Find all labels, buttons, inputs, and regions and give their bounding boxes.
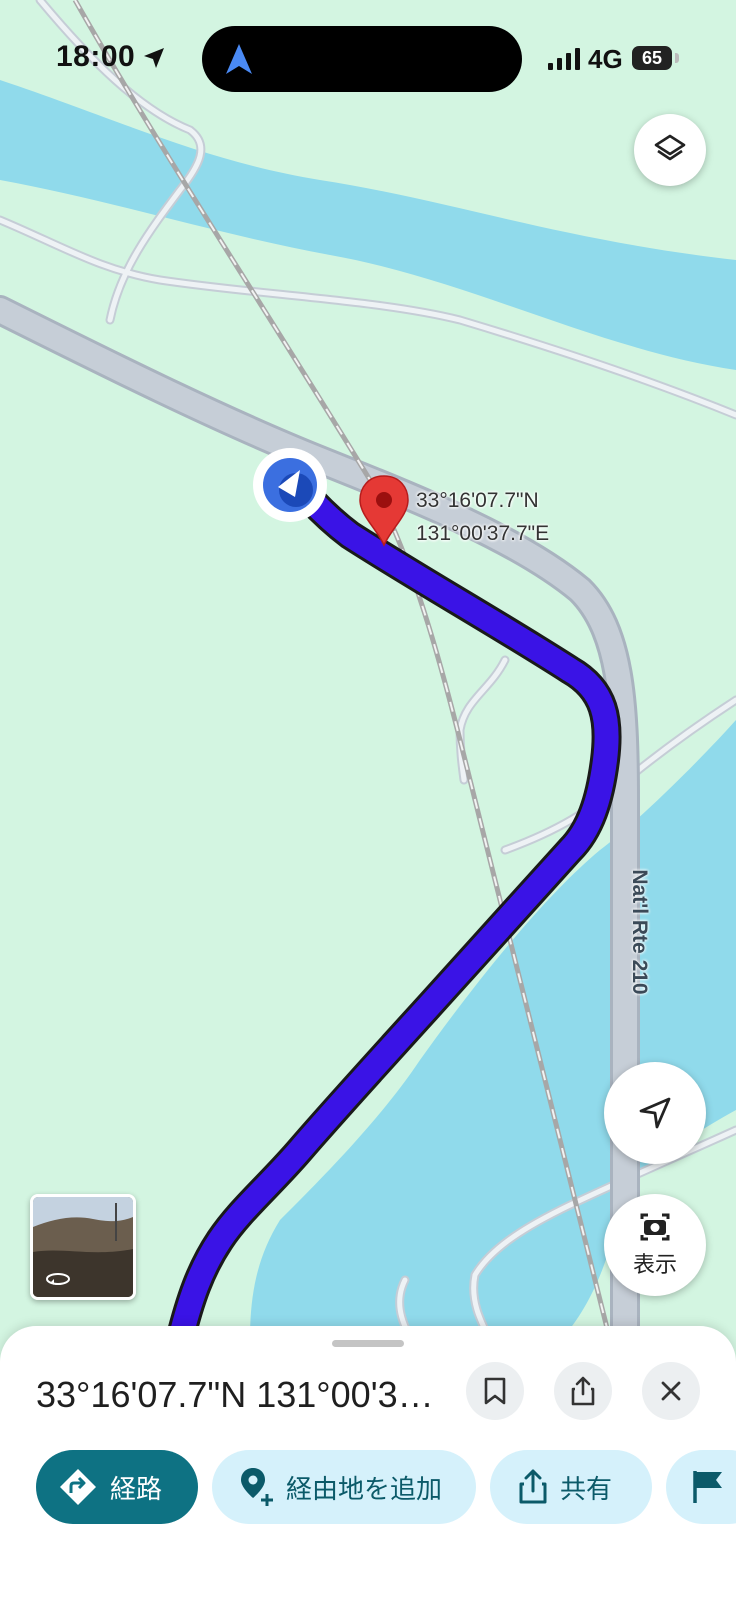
close-button[interactable] — [642, 1362, 700, 1420]
add-stop-icon — [238, 1466, 274, 1508]
battery-cap — [675, 53, 679, 63]
place-title: 33°16'07.7"N 131°00'37.7"E — [36, 1374, 436, 1415]
status-time: 18:00 — [56, 40, 136, 73]
close-icon — [661, 1381, 681, 1401]
bookmark-icon — [484, 1377, 506, 1405]
directions-chip[interactable]: 経路 — [36, 1450, 198, 1524]
layers-button[interactable] — [634, 114, 706, 186]
add-stop-chip[interactable]: 経由地を追加 — [212, 1450, 476, 1524]
current-location-icon — [253, 448, 327, 522]
report-chip[interactable] — [666, 1450, 736, 1524]
save-button[interactable] — [466, 1362, 524, 1420]
pin-longitude: 131°00'37.7"E — [416, 522, 550, 545]
pin-latitude: 33°16'07.7"N — [416, 489, 539, 512]
bottom-sheet[interactable]: 33°16'07.7"N 131°00'37.7"E 経路 — [0, 1326, 736, 1600]
share-chip[interactable]: 共有 — [490, 1450, 652, 1524]
navigation-arrow-icon — [226, 44, 252, 74]
road-label: Nat'l Rte 210 — [628, 869, 651, 995]
flag-icon — [692, 1469, 724, 1505]
my-location-button[interactable] — [604, 1062, 706, 1164]
street-view-thumbnail[interactable] — [30, 1194, 136, 1300]
location-services-icon — [144, 48, 164, 68]
network-type: 4G — [588, 44, 623, 74]
pin-coordinate-label: 33°16'07.7"N 131°00'37.7"E — [416, 484, 549, 550]
action-chips: 経路 経由地を追加 共有 — [0, 1450, 736, 1526]
navigation-icon — [639, 1097, 671, 1129]
share-icon — [571, 1376, 595, 1406]
status-bar: 18:00 4G 65 — [0, 0, 736, 120]
sheet-drag-handle[interactable] — [332, 1340, 404, 1347]
directions-label: 経路 — [110, 1473, 163, 1504]
add-stop-label: 経由地を追加 — [286, 1473, 443, 1504]
dynamic-island — [202, 26, 522, 92]
cellular-signal-icon — [548, 48, 580, 70]
share-button[interactable] — [554, 1362, 612, 1420]
rotate-360-icon — [46, 1273, 70, 1285]
layers-icon — [654, 134, 686, 161]
battery-icon: 65 — [632, 46, 672, 70]
share-chip-icon — [518, 1469, 548, 1505]
lens-view-button[interactable]: 表示 — [604, 1194, 706, 1296]
directions-icon — [58, 1467, 98, 1507]
share-label: 共有 — [560, 1473, 613, 1504]
lens-label: 表示 — [632, 1252, 677, 1277]
camera-lens-icon — [640, 1213, 670, 1241]
